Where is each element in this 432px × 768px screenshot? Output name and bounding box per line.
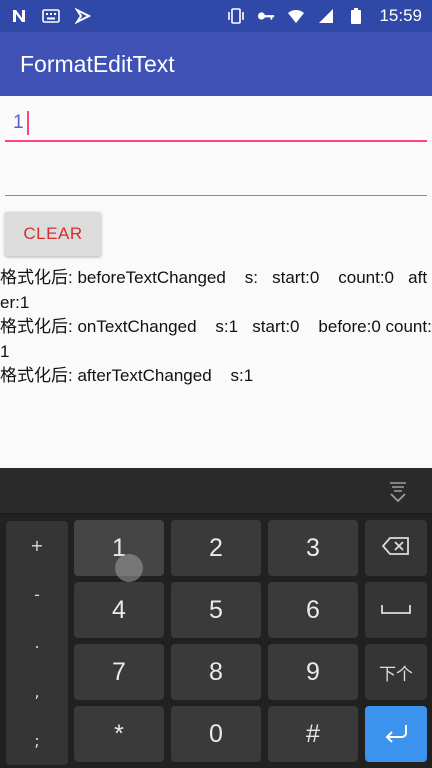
text-cursor	[27, 111, 29, 135]
symbol-key-plus[interactable]: +	[6, 536, 68, 555]
key-0[interactable]: 0	[171, 706, 261, 762]
log-line-after: 格式化后: afterTextChanged s:1	[0, 366, 254, 385]
key-2[interactable]: 2	[171, 520, 261, 576]
backspace-icon	[381, 536, 410, 560]
key-7[interactable]: 7	[74, 644, 164, 700]
text-watcher-log: 格式化后: beforeTextChanged s: start:0 count…	[0, 266, 432, 389]
enter-icon	[382, 721, 410, 748]
symbol-column[interactable]: + - . , ;	[6, 521, 68, 765]
signal-icon	[317, 7, 335, 25]
next-key[interactable]: 下个	[365, 644, 427, 700]
main-content: 1 CLEAR 格式化后: beforeTextChanged s: start…	[0, 96, 432, 468]
key-star[interactable]: *	[74, 706, 164, 762]
log-line-on: 格式化后: onTextChanged s:1 start:0 before:0…	[0, 317, 432, 361]
wifi-icon	[287, 7, 305, 25]
touch-indicator	[115, 554, 143, 582]
app-bar: FormatEditText	[0, 32, 432, 96]
symbol-key-minus[interactable]: -	[6, 585, 68, 604]
space-key[interactable]	[365, 582, 427, 638]
status-bar: 15:59	[0, 0, 432, 32]
numeric-keyboard: + - . , ; 1 2 3 4 5 6 7 8 9 * 0 # 下个	[0, 468, 432, 768]
key-hash[interactable]: #	[268, 706, 358, 762]
check-icon	[74, 7, 92, 25]
app-title: FormatEditText	[20, 50, 175, 77]
key-icon	[257, 7, 275, 25]
key-9[interactable]: 9	[268, 644, 358, 700]
symbol-key-semicolon[interactable]: ;	[6, 731, 68, 750]
backspace-key[interactable]	[365, 520, 427, 576]
key-8[interactable]: 8	[171, 644, 261, 700]
symbol-key-comma[interactable]: ,	[6, 682, 68, 701]
second-edit-text-field[interactable]	[5, 162, 427, 196]
space-icon	[381, 600, 411, 620]
enter-key[interactable]	[365, 706, 427, 762]
key-6[interactable]: 6	[268, 582, 358, 638]
keyboard-toolbar	[0, 468, 432, 514]
key-3[interactable]: 3	[268, 520, 358, 576]
clear-button[interactable]: CLEAR	[5, 212, 101, 256]
log-line-before: 格式化后: beforeTextChanged s: start:0 count…	[0, 268, 428, 312]
status-time: 15:59	[379, 6, 422, 25]
keyboard-icon	[42, 7, 60, 25]
n-icon	[10, 7, 28, 25]
format-edit-text-value: 1	[13, 112, 24, 133]
format-edit-text-field[interactable]: 1	[5, 108, 427, 142]
vibrate-icon	[227, 7, 245, 25]
symbol-key-dot[interactable]: .	[6, 633, 68, 652]
hide-keyboard-icon[interactable]	[386, 480, 410, 504]
key-4[interactable]: 4	[74, 582, 164, 638]
key-5[interactable]: 5	[171, 582, 261, 638]
battery-icon	[347, 7, 365, 25]
